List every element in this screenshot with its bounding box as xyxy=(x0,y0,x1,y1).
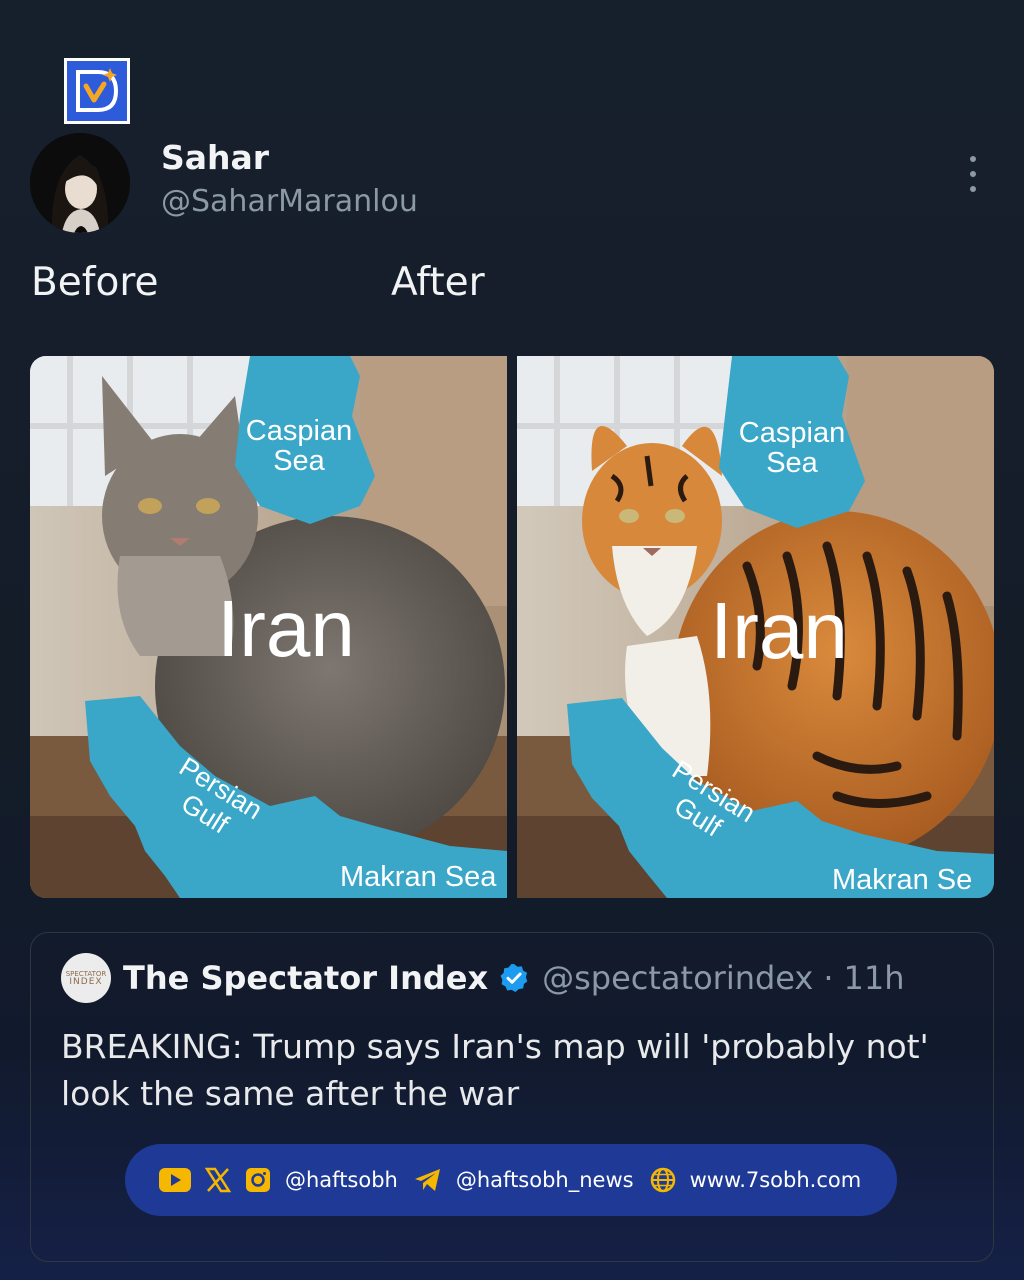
iran-label: Iran xyxy=(217,584,355,673)
source-name[interactable]: The Spectator Index xyxy=(123,959,488,997)
caption-before: Before xyxy=(31,260,159,305)
before-image[interactable]: Caspian Sea Iran Persian Gulf Makran Sea xyxy=(30,356,507,898)
x-icon[interactable] xyxy=(205,1167,231,1193)
more-options-button[interactable] xyxy=(958,152,988,196)
post-time[interactable]: 11h xyxy=(844,959,905,997)
author-handle[interactable]: @SaharMaranlou xyxy=(161,184,418,219)
telegram-icon[interactable] xyxy=(414,1168,442,1192)
more-dot-icon xyxy=(970,171,976,177)
caspian-label-2: Sea xyxy=(766,447,818,479)
iran-label: Iran xyxy=(710,586,848,675)
brand-logo-mark xyxy=(76,68,119,112)
header-separator: · xyxy=(823,959,834,997)
globe-icon[interactable] xyxy=(650,1167,676,1193)
source-avatar-text-2: INDEX xyxy=(69,977,103,987)
caspian-label-2: Sea xyxy=(273,445,325,477)
caption-after: After xyxy=(391,260,485,305)
verified-badge-icon xyxy=(500,964,528,992)
makran-label: Makran Se xyxy=(832,864,972,896)
avatar-portrait xyxy=(30,133,130,233)
more-dot-icon xyxy=(970,186,976,192)
caspian-label-1: Caspian xyxy=(739,417,845,449)
website-link[interactable]: www.7sobh.com xyxy=(690,1168,862,1192)
source-handle[interactable]: @spectatorindex xyxy=(542,959,813,997)
instagram-icon[interactable] xyxy=(245,1167,271,1193)
author-name[interactable]: Sahar xyxy=(161,138,269,177)
source-avatar[interactable]: SPECTATOR INDEX xyxy=(61,953,111,1003)
youtube-icon[interactable] xyxy=(159,1168,191,1192)
avatar[interactable] xyxy=(30,133,130,233)
social-handle-1[interactable]: @haftsobh xyxy=(285,1168,398,1192)
after-image[interactable]: Caspian Sea Iran Persian Gulf Makran Se xyxy=(517,356,994,898)
brand-logo xyxy=(64,58,130,124)
quoted-tweet-header: SPECTATOR INDEX The Spectator Index @spe… xyxy=(61,953,905,1003)
quoted-tweet-text: BREAKING: Trump says Iran's map will 'pr… xyxy=(61,1027,929,1113)
social-bar: @haftsobh @haftsobh_news www.7sobh.com xyxy=(125,1144,897,1216)
caspian-label-1: Caspian xyxy=(246,415,352,447)
makran-label: Makran Sea xyxy=(340,861,497,893)
social-handle-2[interactable]: @haftsobh_news xyxy=(456,1168,634,1192)
more-dot-icon xyxy=(970,156,976,162)
